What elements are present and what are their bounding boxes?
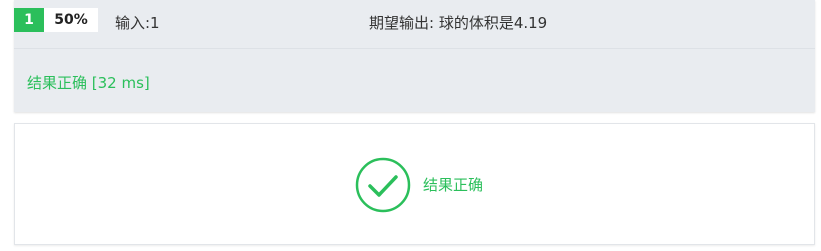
test-case-score: 50% [44, 8, 98, 32]
test-case-badge: 1 50% [14, 8, 98, 32]
overall-result-card: 结果正确 [14, 123, 815, 245]
test-case-result: 结果正确 [32 ms] [27, 74, 150, 92]
test-case-expected-output: 期望输出: 球的体积是4.19 [369, 14, 548, 32]
judge-result-page: 1 50% 输入:1 期望输出: 球的体积是4.19 结果正确 [32 ms] … [0, 0, 821, 251]
overall-result-text: 结果正确 [423, 176, 484, 194]
test-case-input: 输入:1 [115, 14, 160, 32]
test-case-panel: 1 50% 输入:1 期望输出: 球的体积是4.19 结果正确 [32 ms] [14, 0, 815, 112]
check-circle-icon [355, 157, 411, 213]
test-case-number: 1 [14, 8, 44, 32]
test-case-header: 1 50% 输入:1 期望输出: 球的体积是4.19 [14, 0, 815, 49]
